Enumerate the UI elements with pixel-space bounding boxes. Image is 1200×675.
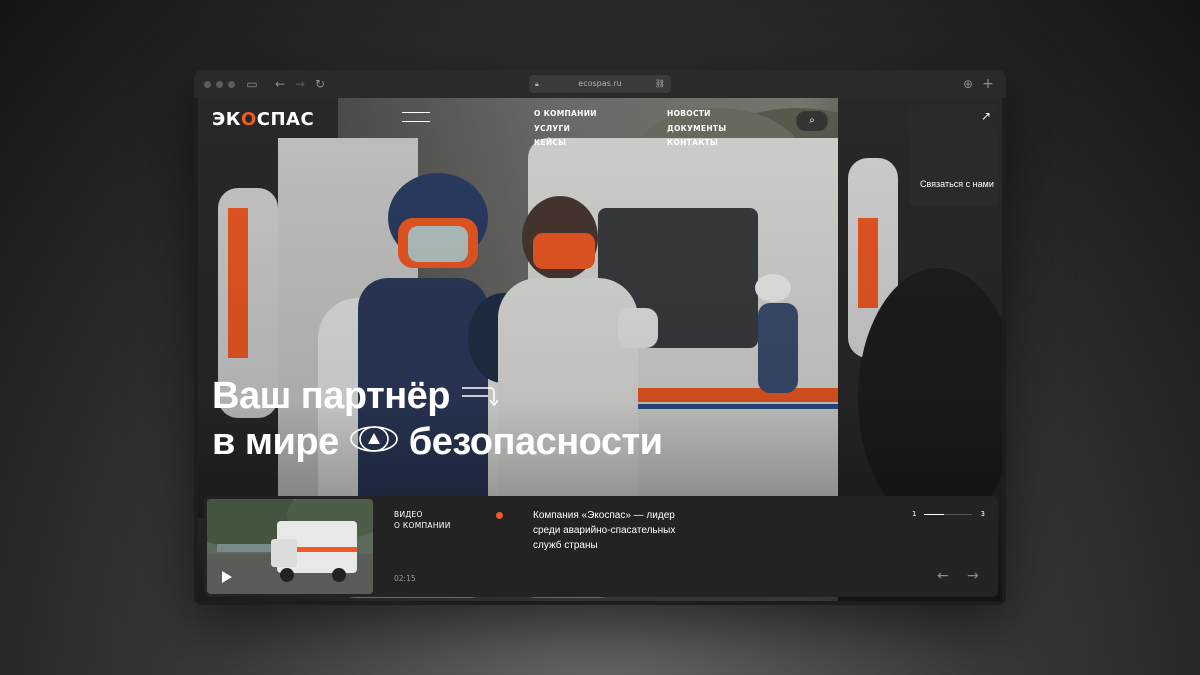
window-zoom-button[interactable] bbox=[228, 81, 235, 88]
contact-us-card[interactable]: ↗ Связаться с нами bbox=[909, 104, 999, 206]
nav-documents[interactable]: ДОКУМЕНТЫ bbox=[667, 124, 726, 135]
address-bar[interactable]: 🔒︎ ecospas.ru ⛓ bbox=[529, 75, 671, 93]
window-close-button[interactable] bbox=[204, 81, 211, 88]
logo-o-mark: О bbox=[240, 109, 257, 130]
browser-toolbar: ▭ ← → ↻ 🔒︎ ecospas.ru ⛓ ⊕ + bbox=[194, 70, 1006, 98]
logo-text-suffix: СПАС bbox=[256, 109, 315, 130]
pager-progress-track bbox=[924, 513, 973, 515]
download-icon[interactable]: ⊕ bbox=[960, 76, 976, 92]
video-duration: 02:15 bbox=[394, 574, 416, 583]
page-viewport: ЭКОСПАС О КОМПАНИИ УСЛУГИ КЕЙСЫ НОВОСТИ … bbox=[198, 98, 1002, 601]
nav-contacts[interactable]: КОНТАКТЫ bbox=[667, 138, 726, 149]
site-logo[interactable]: ЭКОСПАС bbox=[212, 109, 314, 130]
video-label: ВИДЕО О КОМПАНИИ bbox=[394, 510, 451, 531]
contact-us-label: Связаться с нами bbox=[920, 179, 994, 189]
hero-headline: Ваш партнёр в мире безопасности bbox=[212, 373, 663, 465]
browser-window: ▭ ← → ↻ 🔒︎ ecospas.ru ⛓ ⊕ + ЭКОСПАС О КО… bbox=[194, 70, 1006, 605]
reload-icon[interactable]: ↻ bbox=[312, 76, 328, 92]
hero-line1-text: Ваш партнёр bbox=[212, 375, 451, 417]
search-button[interactable]: ⌕ bbox=[796, 111, 828, 131]
video-thumbnail[interactable] bbox=[207, 499, 373, 594]
lock-icon: 🔒︎ bbox=[535, 80, 539, 88]
hero-headline-line2: в мире безопасности bbox=[212, 419, 663, 465]
slide-pager: 1 3 bbox=[912, 510, 985, 518]
search-icon: ⌕ bbox=[809, 115, 815, 126]
next-slide-button[interactable]: → bbox=[967, 568, 979, 584]
triangle-eye-glyph-icon bbox=[349, 419, 399, 465]
main-nav-col2: НОВОСТИ ДОКУМЕНТЫ КОНТАКТЫ bbox=[667, 109, 726, 149]
nav-services[interactable]: УСЛУГИ bbox=[534, 124, 597, 135]
live-indicator-dot bbox=[496, 512, 503, 519]
video-label-line2: О КОМПАНИИ bbox=[394, 520, 451, 530]
new-tab-icon[interactable]: + bbox=[980, 76, 996, 92]
sidebar-icon[interactable]: ▭ bbox=[244, 76, 260, 92]
nav-cases[interactable]: КЕЙСЫ bbox=[534, 138, 597, 149]
arrow-up-right-icon: ↗ bbox=[980, 109, 991, 123]
link-icon[interactable]: ⛓ bbox=[655, 75, 665, 93]
hero-line2a-text: в мире bbox=[212, 421, 339, 463]
play-icon[interactable] bbox=[222, 571, 232, 583]
window-minimize-button[interactable] bbox=[216, 81, 223, 88]
hero-headline-line1: Ваш партнёр bbox=[212, 373, 662, 419]
pager-progress-fill bbox=[924, 513, 944, 515]
pager-current: 1 bbox=[912, 510, 917, 518]
menu-burger-icon[interactable] bbox=[402, 112, 430, 122]
nav-news[interactable]: НОВОСТИ bbox=[667, 109, 726, 120]
pager-total: 3 bbox=[980, 510, 985, 518]
main-nav-col1: О КОМПАНИИ УСЛУГИ КЕЙСЫ bbox=[534, 109, 597, 149]
logo-text-prefix: ЭК bbox=[212, 109, 241, 130]
back-icon[interactable]: ← bbox=[272, 76, 288, 92]
arrow-turn-glyph-icon bbox=[460, 373, 499, 419]
video-info-bar: ВИДЕО О КОМПАНИИ 02:15 Компания «Экоспас… bbox=[204, 496, 998, 597]
nav-about[interactable]: О КОМПАНИИ bbox=[534, 109, 597, 120]
url-text: ecospas.ru bbox=[578, 79, 622, 88]
company-description: Компания «Экоспас» — лидер среди аварийн… bbox=[533, 510, 676, 551]
prev-slide-button[interactable]: ← bbox=[937, 568, 949, 584]
video-label-line1: ВИДЕО bbox=[394, 510, 423, 519]
hero-line2b-text: безопасности bbox=[408, 421, 663, 463]
forward-icon[interactable]: → bbox=[292, 76, 308, 92]
